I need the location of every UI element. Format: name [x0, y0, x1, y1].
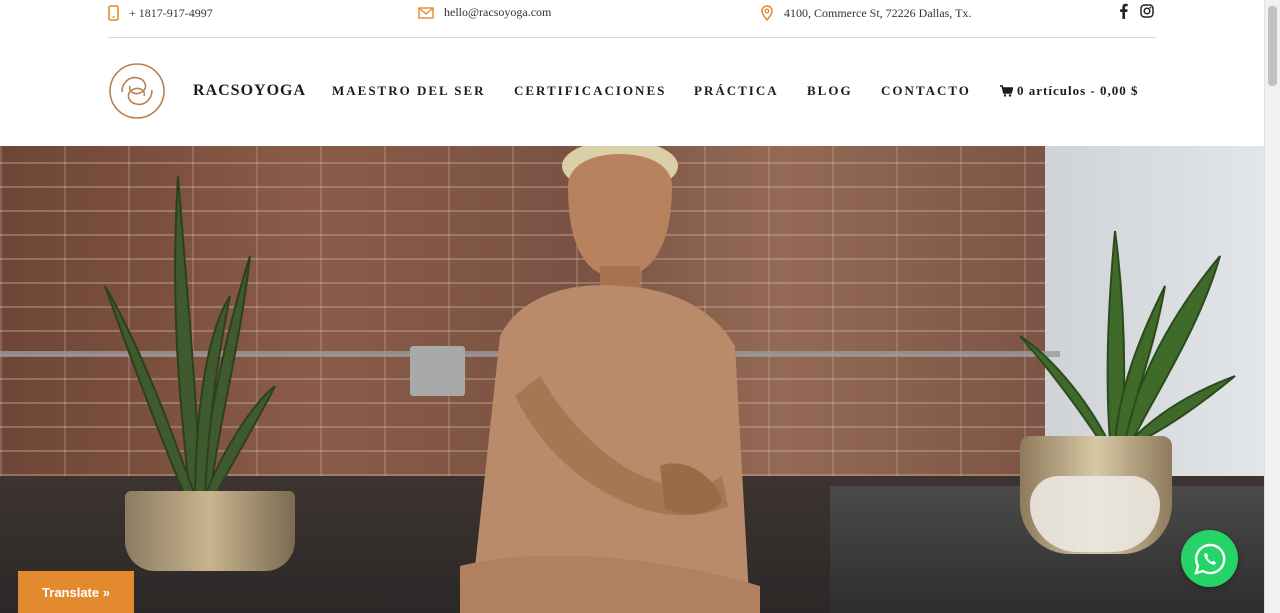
top-contact-bar: + 1817-917-4997 hello@racsoyoga.com 4100… [108, 0, 1156, 38]
instagram-icon[interactable] [1140, 4, 1154, 18]
shopping-cart-icon [1000, 85, 1013, 97]
left-plant [104, 175, 276, 497]
envelope-icon [418, 6, 434, 19]
seated-person [460, 146, 760, 613]
nav-item-certificaciones[interactable]: CERTIFICACIONES [514, 83, 666, 99]
social-links [1119, 3, 1154, 19]
whatsapp-icon [1193, 543, 1225, 575]
nav-item-contacto[interactable]: CONTACTO [881, 83, 971, 99]
nav-item-maestro-del-ser[interactable]: MAESTRO DEL SER [332, 83, 486, 99]
logo-icon[interactable] [108, 62, 166, 120]
brand-name[interactable]: RACSOYOGA [193, 82, 306, 100]
email-address: hello@racsoyoga.com [444, 5, 552, 19]
site-header: RACSOYOGA MAESTRO DEL SER CERTIFICACIONE… [108, 38, 1156, 146]
nav-item-practica[interactable]: PRÁCTICA [694, 83, 779, 99]
right-plant [1020, 230, 1236, 442]
street-address: 4100, Commerce St, 72226 Dallas, Tx. [784, 5, 972, 20]
location-pin-icon [761, 5, 773, 21]
phone-icon [108, 5, 119, 21]
page: + 1817-917-4997 hello@racsoyoga.com 4100… [0, 0, 1264, 613]
phone-contact[interactable]: + 1817-917-4997 [108, 5, 213, 21]
wall-outlet [410, 346, 465, 396]
hero-image [0, 146, 1264, 613]
right-pot-pattern [1030, 476, 1160, 552]
address-contact[interactable]: 4100, Commerce St, 72226 Dallas, Tx. [760, 5, 971, 21]
scrollbar[interactable] [1264, 0, 1280, 613]
whatsapp-button[interactable] [1181, 530, 1238, 587]
phone-number: + 1817-917-4997 [129, 5, 213, 20]
left-pot [125, 491, 295, 571]
facebook-icon[interactable] [1119, 3, 1128, 19]
email-contact[interactable]: hello@racsoyoga.com [418, 5, 551, 20]
cart-summary: 0 artículos - 0,00 $ [1017, 83, 1139, 98]
scrollbar-thumb[interactable] [1268, 6, 1277, 86]
cart-link[interactable]: 0 artículos - 0,00 $ [1000, 83, 1138, 99]
translate-button[interactable]: Translate » [18, 571, 134, 613]
nav-item-blog[interactable]: BLOG [807, 83, 853, 99]
translate-label: Translate » [42, 584, 110, 600]
